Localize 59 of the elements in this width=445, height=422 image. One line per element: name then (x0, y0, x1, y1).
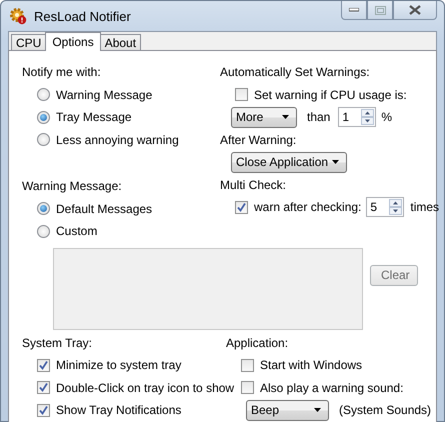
checkbox[interactable] (235, 88, 248, 102)
dropdown[interactable]: Close Application (231, 152, 347, 173)
unit-label: % (381, 110, 392, 124)
section-heading: Notify me with: (22, 65, 101, 80)
section-heading: Warning Message: (22, 179, 122, 194)
radio-label: Custom (56, 224, 98, 238)
radio-label: Warning Message (56, 88, 152, 102)
maximize-icon (374, 6, 386, 14)
spin-up-icon (389, 199, 402, 208)
checkbox-label: Set warning if CPU usage is: (254, 88, 407, 102)
tab[interactable]: CPU (11, 34, 46, 50)
tab[interactable]: About (100, 34, 142, 50)
section-heading: System Tray: (22, 336, 92, 350)
checkbox-label: Show Tray Notifications (56, 403, 182, 418)
checkbox[interactable] (235, 200, 248, 214)
message-field[interactable] (53, 248, 363, 330)
tab[interactable]: Options (45, 32, 101, 51)
checkbox[interactable] (241, 381, 254, 394)
spin-down-icon (361, 117, 374, 126)
minimize-icon (349, 8, 359, 12)
radio-button[interactable] (37, 224, 50, 238)
spin-up-icon (361, 109, 374, 118)
radio-label: Default Messages (56, 202, 152, 216)
checkbox-label: Start with Windows (260, 358, 362, 372)
section-heading: Automatically Set Warnings: (220, 65, 370, 80)
section-heading: After Warning: (220, 132, 296, 147)
radio-button[interactable] (37, 88, 50, 102)
dropdown[interactable]: More (231, 106, 297, 128)
section-heading: Multi Check: (220, 178, 286, 192)
radio-label: Less annoying warning (56, 132, 179, 147)
dropdown[interactable]: Beep (246, 400, 329, 421)
than-label: than (307, 110, 330, 124)
close-button[interactable] (393, 1, 437, 20)
minimize-button[interactable] (341, 1, 367, 20)
radio-button[interactable] (37, 110, 50, 124)
spin-down-icon (389, 207, 402, 216)
checkbox[interactable] (241, 358, 254, 372)
number-field[interactable]: 1 (338, 107, 376, 128)
checkbox-label: warn after checking: (254, 200, 362, 214)
hint-text: (System Sounds) (339, 403, 432, 418)
radio-label: Tray Message (56, 110, 132, 124)
checkbox-label: Minimize to system tray (56, 358, 182, 372)
checkbox[interactable] (37, 381, 50, 394)
checkbox[interactable] (37, 404, 50, 417)
clear-button[interactable]: Clear (370, 264, 418, 286)
unit-label: times (410, 200, 440, 214)
checkbox-label: Also play a warning sound: (260, 380, 404, 395)
checkbox-label: Double-Click on tray icon to show (56, 380, 234, 395)
section-heading: Application: (226, 336, 288, 350)
radio-button[interactable] (37, 133, 50, 146)
number-field[interactable]: 5 (366, 197, 404, 218)
radio-button[interactable] (37, 202, 50, 216)
gear-icon (9, 7, 27, 25)
caret-icon (282, 115, 289, 120)
checkbox[interactable] (37, 358, 50, 372)
window-title: ResLoad Notifier (34, 8, 131, 24)
caret-icon (332, 160, 339, 164)
close-icon (409, 5, 421, 15)
caret-icon (314, 408, 321, 412)
